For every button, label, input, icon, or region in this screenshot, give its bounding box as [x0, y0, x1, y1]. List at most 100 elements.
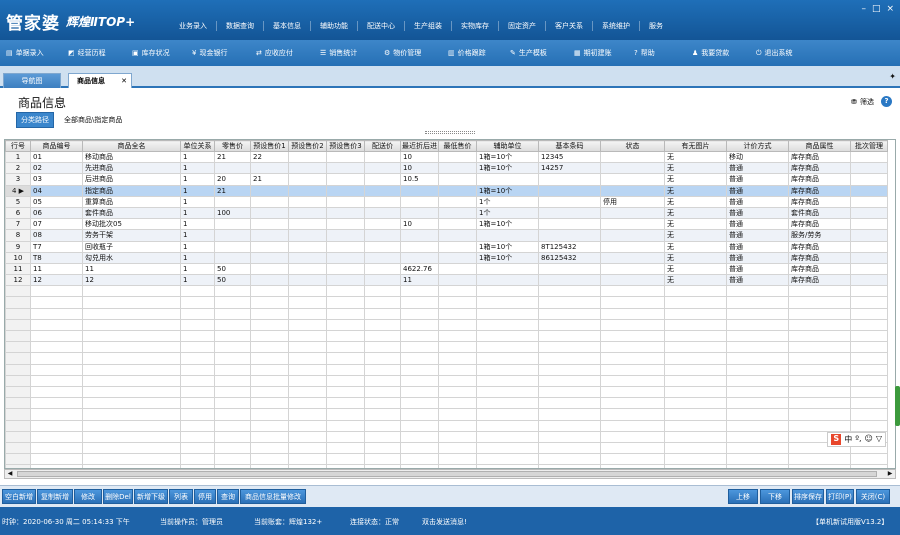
table-cell[interactable]: [326, 363, 365, 376]
table-cell[interactable]: [438, 307, 477, 320]
table-cell[interactable]: [250, 419, 289, 432]
table-cell[interactable]: [850, 195, 888, 208]
table-cell[interactable]: [400, 352, 439, 365]
table-cell[interactable]: 22: [250, 150, 289, 164]
ime-toolbar[interactable]: S 中 º, ☺ ▽: [827, 432, 886, 447]
table-cell[interactable]: [288, 341, 327, 354]
table-cell[interactable]: 后进商品: [82, 173, 181, 186]
table-cell[interactable]: [180, 408, 215, 421]
table-cell[interactable]: [600, 441, 665, 455]
table-cell[interactable]: [476, 453, 539, 466]
table-cell[interactable]: [600, 307, 665, 320]
table-cell[interactable]: 1箱=10个: [476, 150, 539, 164]
table-cell[interactable]: [850, 262, 888, 276]
table-cell[interactable]: [850, 329, 888, 343]
table-cell[interactable]: [250, 430, 289, 443]
table-cell[interactable]: [788, 329, 851, 343]
table-cell[interactable]: [364, 274, 401, 287]
table-cell[interactable]: [30, 374, 83, 387]
table-row[interactable]: 12 12 12 1 50 11 无普通 库存商品: [5, 274, 888, 287]
column-header[interactable]: 行号: [5, 140, 31, 152]
table-cell[interactable]: [788, 397, 851, 410]
table-row[interactable]: [5, 385, 888, 399]
table-row[interactable]: 8 08 劳务干架 1 无普通 服务/劳务: [5, 229, 888, 242]
table-cell[interactable]: [600, 206, 665, 220]
table-cell[interactable]: [250, 240, 289, 253]
table-cell[interactable]: [850, 184, 888, 197]
table-cell[interactable]: 库存商品: [788, 218, 851, 231]
top-menu-item[interactable]: 数据查询: [217, 21, 264, 31]
table-cell[interactable]: [726, 296, 789, 309]
table-cell[interactable]: [600, 352, 665, 365]
table-cell[interactable]: [30, 441, 83, 455]
table-cell[interactable]: [326, 329, 365, 343]
table-cell[interactable]: [600, 262, 665, 276]
table-cell[interactable]: [664, 408, 727, 421]
table-cell[interactable]: [250, 262, 289, 276]
table-row[interactable]: 2 02 先进商品 1 10 1箱=10个 14257 无普通 库存商品: [5, 162, 888, 175]
table-cell[interactable]: [364, 173, 401, 186]
action-right-button-2[interactable]: 下移: [760, 489, 790, 504]
table-cell[interactable]: [400, 441, 439, 455]
column-header[interactable]: 商品属性: [788, 140, 851, 152]
table-cell[interactable]: [364, 419, 401, 432]
table-cell[interactable]: [250, 318, 289, 332]
table-cell[interactable]: [214, 218, 251, 231]
table-cell[interactable]: [664, 419, 727, 432]
table-cell[interactable]: [726, 397, 789, 410]
table-cell[interactable]: [326, 385, 365, 399]
horizontal-scrollbar[interactable]: ◀ ▶: [4, 469, 896, 479]
sogou-icon[interactable]: S: [831, 434, 842, 445]
table-cell[interactable]: 普通: [726, 184, 789, 197]
table-cell[interactable]: [664, 285, 727, 298]
table-cell[interactable]: [600, 408, 665, 421]
table-cell[interactable]: [214, 318, 251, 332]
toolbar-item-8[interactable]: ▥ 价格跟踪: [448, 48, 510, 58]
column-header[interactable]: 有无图片: [664, 140, 727, 152]
table-cell[interactable]: [476, 408, 539, 421]
table-cell[interactable]: [250, 229, 289, 242]
table-cell[interactable]: [214, 296, 251, 309]
table-cell[interactable]: [288, 296, 327, 309]
table-cell[interactable]: 1: [180, 150, 215, 164]
table-row[interactable]: 7 07 移动批次05 1 10 1箱=10个 无普通 库存商品: [5, 218, 888, 231]
table-cell[interactable]: [214, 419, 251, 432]
table-cell[interactable]: [664, 307, 727, 320]
table-cell[interactable]: [476, 274, 539, 287]
table-cell[interactable]: 1个: [476, 206, 539, 220]
table-cell[interactable]: [438, 251, 477, 264]
table-cell[interactable]: [538, 262, 601, 276]
table-cell[interactable]: 套件商品: [82, 206, 181, 220]
table-cell[interactable]: [726, 408, 789, 421]
top-menu-item[interactable]: 基本信息: [264, 21, 311, 31]
table-cell[interactable]: [214, 307, 251, 320]
table-cell[interactable]: [438, 274, 477, 287]
table-cell[interactable]: 1: [180, 240, 215, 253]
table-cell[interactable]: [82, 329, 181, 343]
table-cell[interactable]: [664, 363, 727, 376]
table-cell[interactable]: 普通: [726, 262, 789, 276]
table-cell[interactable]: [30, 352, 83, 365]
table-cell[interactable]: 库存商品: [788, 274, 851, 287]
table-cell[interactable]: 1: [180, 262, 215, 276]
table-cell[interactable]: [214, 195, 251, 208]
action-right-button-1[interactable]: 上移: [728, 489, 758, 504]
column-header[interactable]: 预设售价2: [288, 140, 327, 152]
table-cell[interactable]: 1: [180, 184, 215, 197]
table-cell[interactable]: [476, 296, 539, 309]
table-cell[interactable]: 普通: [726, 240, 789, 253]
table-cell[interactable]: [82, 408, 181, 421]
scroll-thumb[interactable]: [17, 471, 877, 477]
table-cell[interactable]: [850, 341, 888, 354]
table-cell[interactable]: 无: [664, 195, 727, 208]
table-cell[interactable]: [538, 229, 601, 242]
close-tab-icon[interactable]: ✕: [121, 74, 127, 89]
table-cell[interactable]: [250, 441, 289, 455]
table-cell[interactable]: [476, 374, 539, 387]
table-cell[interactable]: [30, 363, 83, 376]
table-cell[interactable]: [250, 363, 289, 376]
table-cell[interactable]: [250, 195, 289, 208]
table-cell[interactable]: [180, 329, 215, 343]
table-cell[interactable]: [364, 251, 401, 264]
category-path-button[interactable]: 分类路径: [16, 112, 54, 128]
